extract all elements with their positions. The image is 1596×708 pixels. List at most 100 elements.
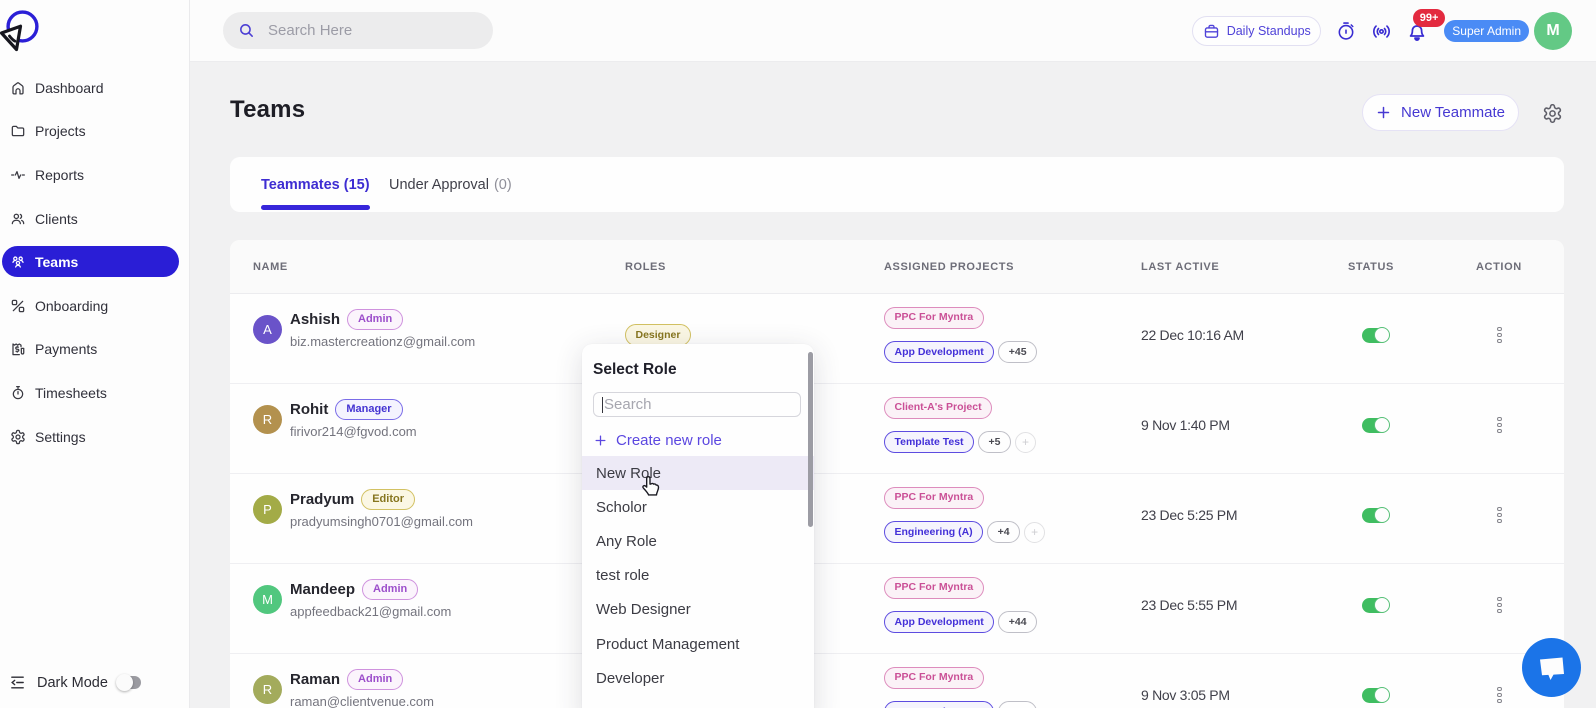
role-badge-pill[interactable]: Designer: [625, 324, 691, 346]
action-cell: [1497, 654, 1502, 708]
last-active-cell: 23 Dec 5:25 PM: [1141, 507, 1238, 523]
permission-badge: Admin: [347, 668, 404, 690]
sidebar-item-dashboard[interactable]: Dashboard: [0, 66, 189, 110]
project-pill[interactable]: PPC For Myntra: [884, 486, 984, 509]
collapse-sidebar-icon[interactable]: [9, 674, 26, 691]
project-count-pill[interactable]: +44: [998, 701, 1038, 708]
sidebar-nav: Dashboard Projects Reports Clients Teams: [0, 66, 189, 458]
column-assigned-projects: ASSIGNED PROJECTS: [884, 261, 1015, 273]
sidebar-item-payments[interactable]: Payments: [0, 328, 189, 372]
tab-teammates[interactable]: Teammates (15): [261, 157, 370, 212]
role-option[interactable]: test role: [582, 559, 814, 593]
project-pill[interactable]: PPC For Myntra: [884, 666, 984, 689]
status-toggle[interactable]: [1362, 327, 1390, 343]
active-tab-underline: [261, 205, 370, 210]
role-option[interactable]: Scholor: [582, 490, 814, 524]
app-logo[interactable]: [0, 0, 46, 56]
project-pill[interactable]: Engineering (A): [884, 521, 984, 544]
action-cell: [1497, 474, 1502, 556]
stopwatch-icon: [10, 385, 26, 401]
user-avatar[interactable]: M: [1534, 12, 1572, 50]
table-row: R Rohit Manager firivor214@fgvod.com Cli…: [230, 384, 1564, 474]
sidebar-item-timesheets[interactable]: Timesheets: [0, 371, 189, 415]
create-new-role-button[interactable]: Create new role: [594, 432, 722, 449]
daily-standups-button[interactable]: Daily Standups: [1192, 16, 1322, 46]
sidebar-item-label: Projects: [35, 123, 86, 140]
status-toggle[interactable]: [1362, 597, 1390, 613]
project-count-pill[interactable]: +44: [998, 611, 1038, 634]
kebab-menu-icon[interactable]: [1497, 686, 1502, 704]
table-row: R Raman Admin raman@clientvenue.com PPC …: [230, 654, 1564, 708]
new-teammate-button[interactable]: New Teammate: [1362, 94, 1519, 131]
dark-mode-toggle[interactable]: [115, 674, 141, 691]
role-search-field[interactable]: [593, 392, 801, 417]
project-pill[interactable]: App Development: [884, 701, 995, 708]
search-icon: [238, 22, 255, 39]
role-badge[interactable]: Super Admin: [1444, 20, 1529, 42]
sidebar-item-onboarding[interactable]: Onboarding: [0, 284, 189, 328]
action-cell: [1497, 294, 1502, 376]
mouse-cursor-hand: [640, 474, 662, 498]
avatar: P: [253, 494, 282, 524]
sidebar-item-settings[interactable]: Settings: [0, 415, 189, 459]
dropdown-scrollbar[interactable]: [807, 352, 813, 527]
table-settings-gear-icon[interactable]: [1542, 103, 1563, 124]
sidebar-item-clients[interactable]: Clients: [0, 197, 189, 241]
table-header: NAME ROLES ASSIGNED PROJECTS LAST ACTIVE…: [230, 240, 1564, 294]
search-input[interactable]: [268, 22, 468, 39]
role-search-input[interactable]: [604, 396, 774, 413]
project-pill[interactable]: App Development: [884, 341, 995, 364]
status-toggle[interactable]: [1362, 507, 1390, 523]
permission-badge: Manager: [335, 398, 403, 420]
project-count-pill[interactable]: +5: [978, 431, 1012, 454]
timer-icon[interactable]: [1336, 21, 1356, 41]
projects-cell: PPC For Myntra App Development +45: [884, 294, 1038, 376]
table-row: M Mandeep Admin appfeedback21@gmail.com …: [230, 564, 1564, 654]
project-count-pill[interactable]: +45: [998, 341, 1038, 364]
member-email: pradyumsingh0701@gmail.com: [290, 514, 474, 530]
status-toggle[interactable]: [1362, 687, 1390, 703]
project-pill[interactable]: App Development: [884, 611, 995, 634]
kebab-menu-icon[interactable]: [1497, 326, 1502, 344]
sidebar-item-teams[interactable]: Teams: [2, 246, 179, 278]
project-pill[interactable]: Template Test: [884, 431, 975, 454]
sidebar-item-projects[interactable]: Projects: [0, 110, 189, 154]
kebab-menu-icon[interactable]: [1497, 596, 1502, 614]
status-toggle[interactable]: [1362, 417, 1390, 433]
status-cell: [1362, 294, 1390, 376]
project-pill[interactable]: Client-A's Project: [884, 396, 993, 419]
add-project-icon[interactable]: +: [1024, 521, 1046, 543]
status-cell: [1362, 474, 1390, 556]
global-search[interactable]: [223, 12, 493, 49]
kebab-menu-icon[interactable]: [1497, 416, 1502, 434]
member-email: biz.mastercreationz@gmail.com: [290, 334, 476, 350]
project-pill[interactable]: PPC For Myntra: [884, 576, 984, 599]
table-row: P Pradyum Editor pradyumsingh0701@gmail.…: [230, 474, 1564, 564]
role-option[interactable]: Web Designer: [582, 593, 814, 627]
sidebar-item-label: Reports: [35, 166, 85, 183]
home-icon: [10, 80, 26, 96]
member-name: Pradyum: [290, 490, 355, 508]
daily-standups-label: Daily Standups: [1226, 24, 1311, 38]
kebab-menu-icon[interactable]: [1497, 506, 1502, 524]
role-option[interactable]: Product Management: [582, 627, 814, 661]
notifications-bell[interactable]: 99+: [1406, 9, 1445, 42]
add-project-icon[interactable]: +: [1015, 431, 1037, 453]
avatar: R: [253, 404, 282, 434]
tab-under-approval[interactable]: Under Approval (0): [389, 157, 512, 212]
broadcast-icon[interactable]: [1371, 21, 1392, 42]
tabs-card: Teammates (15) Under Approval (0): [230, 157, 1564, 212]
role-option[interactable]: New Role: [582, 456, 814, 491]
activity-icon: [10, 167, 26, 183]
role-option[interactable]: Developer: [582, 661, 814, 695]
name-cell: M Mandeep Admin appfeedback21@gmail.com: [253, 564, 451, 634]
project-pill[interactable]: PPC For Myntra: [884, 306, 984, 329]
role-option[interactable]: Any Role: [582, 524, 814, 558]
last-active-cell: 9 Nov 1:40 PM: [1141, 417, 1230, 433]
new-teammate-label: New Teammate: [1401, 104, 1505, 121]
notification-count-badge: 99+: [1413, 9, 1445, 27]
sidebar-item-reports[interactable]: Reports: [0, 153, 189, 197]
projects-cell: PPC For Myntra App Development +44: [884, 654, 1038, 708]
chat-widget-button[interactable]: [1522, 638, 1581, 697]
project-count-pill[interactable]: +4: [987, 521, 1021, 544]
